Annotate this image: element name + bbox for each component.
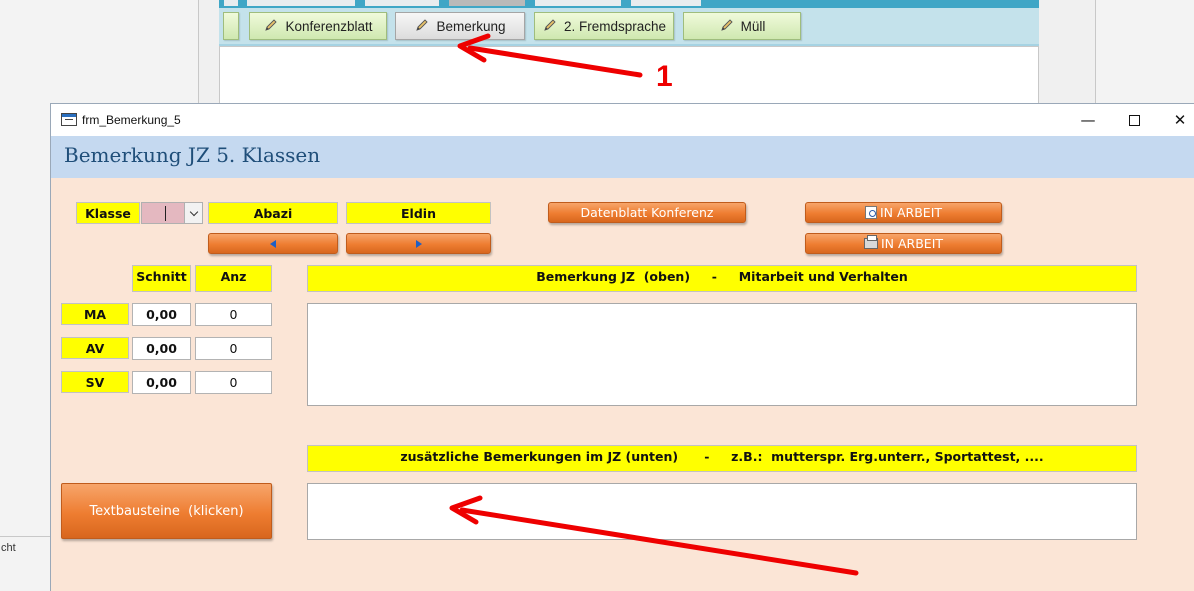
background-tab-bar — [219, 0, 1039, 8]
print-button[interactable]: IN ARBEIT — [805, 233, 1002, 254]
minimize-button[interactable]: — — [1065, 104, 1111, 136]
first-name-field: Eldin — [346, 202, 491, 224]
klasse-label: Klasse — [76, 202, 140, 224]
bemerkung-label: Bemerkung — [436, 18, 506, 34]
background-tab[interactable] — [224, 0, 238, 6]
muell-button[interactable]: Müll — [683, 12, 801, 40]
maximize-button[interactable] — [1111, 104, 1157, 136]
dialog-titlebar[interactable]: frm_Bemerkung_5 — ✕ — [51, 104, 1194, 136]
bemerkung-dialog: frm_Bemerkung_5 — ✕ Bemerkung JZ 5. Klas… — [50, 103, 1194, 591]
background-right-pane — [1096, 0, 1194, 104]
av-anz-field[interactable]: 0 — [195, 337, 272, 360]
background-tab[interactable] — [247, 0, 355, 6]
chevron-down-icon — [189, 207, 198, 216]
klasse-combobox[interactable] — [141, 202, 203, 224]
background-form: Konferenzblatt Bemerkung 2. Fremdsprache… — [219, 0, 1039, 104]
background-window: Konferenzblatt Bemerkung 2. Fremdsprache… — [198, 0, 1096, 104]
bemerkung-button[interactable]: Bemerkung — [395, 12, 525, 40]
printer-icon — [863, 235, 878, 249]
sv-schnitt-field[interactable]: 0,00 — [132, 371, 191, 394]
preview-button[interactable]: IN ARBEIT — [805, 202, 1002, 223]
datenblatt-konferenz-button[interactable]: Datenblatt Konferenz — [548, 202, 746, 223]
previous-record-button[interactable] — [208, 233, 338, 254]
klasse-dropdown-button[interactable] — [184, 203, 202, 223]
textbausteine-button[interactable]: Textbausteine (klicken) — [61, 483, 272, 539]
bottom-remark-header: zusätzliche Bemerkungen im JZ (unten) - … — [307, 445, 1137, 472]
form-header: Bemerkung JZ 5. Klassen — [51, 136, 1194, 178]
arrow-right-icon — [415, 239, 422, 248]
background-tab[interactable] — [535, 0, 621, 6]
maximize-icon — [1128, 114, 1140, 126]
textbausteine-label: Textbausteine (klicken) — [89, 503, 244, 519]
print-preview-icon — [864, 206, 877, 219]
pencil-icon — [542, 17, 558, 36]
sv-anz-field[interactable]: 0 — [195, 371, 272, 394]
background-status-text: cht — [0, 536, 50, 558]
next-record-button[interactable] — [346, 233, 491, 254]
ma-anz-field[interactable]: 0 — [195, 303, 272, 326]
close-button[interactable]: ✕ — [1157, 104, 1194, 136]
datenblatt-label: Datenblatt Konferenz — [580, 205, 714, 220]
last-name-field: Abazi — [208, 202, 338, 224]
window-title: frm_Bemerkung_5 — [82, 113, 181, 127]
av-schnitt-field[interactable]: 0,00 — [132, 337, 191, 360]
background-content-box — [219, 46, 1039, 104]
background-tab[interactable] — [365, 0, 439, 6]
ma-schnitt-field[interactable]: 0,00 — [132, 303, 191, 326]
sv-label: SV — [61, 371, 129, 393]
konferenzblatt-button[interactable]: Konferenzblatt — [249, 12, 387, 40]
pencil-icon — [719, 17, 735, 36]
arrow-left-icon — [270, 239, 276, 248]
form-icon — [61, 113, 77, 126]
konferenzblatt-label: Konferenzblatt — [285, 18, 373, 34]
background-tab[interactable] — [449, 0, 525, 6]
background-tab[interactable] — [631, 0, 701, 6]
close-icon: ✕ — [1173, 111, 1187, 129]
pencil-icon — [263, 17, 279, 36]
form-header-title: Bemerkung JZ 5. Klassen — [64, 143, 321, 167]
bottom-remark-textbox[interactable] — [307, 483, 1137, 540]
av-label: AV — [61, 337, 129, 359]
fremdsprache-label: 2. Fremdsprache — [563, 18, 667, 34]
fremdsprache-button[interactable]: 2. Fremdsprache — [534, 12, 674, 40]
schnitt-header: Schnitt — [132, 265, 191, 292]
muell-label: Müll — [740, 18, 766, 34]
background-small-button[interactable] — [223, 12, 239, 40]
anz-header: Anz — [195, 265, 272, 292]
print-label: IN ARBEIT — [880, 236, 944, 251]
text-cursor — [165, 206, 166, 221]
ma-label: MA — [61, 303, 129, 325]
top-remark-textbox[interactable] — [307, 303, 1137, 406]
preview-label: IN ARBEIT — [879, 205, 943, 220]
pencil-icon — [414, 17, 430, 36]
top-remark-header: Bemerkung JZ (oben) - Mitarbeit und Verh… — [307, 265, 1137, 292]
